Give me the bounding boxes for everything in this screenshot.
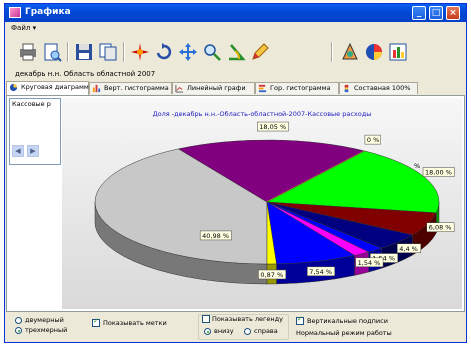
tab-vertical-histogram[interactable]: Верт. гистограмма: [89, 82, 172, 94]
series-list[interactable]: Кассовые р ◀ ▶: [9, 98, 61, 165]
tab-stacked-100[interactable]: Составная 100%: [339, 82, 418, 94]
hbar-icon: [258, 84, 267, 93]
show-legend-label: Показывать легенду: [212, 315, 284, 323]
scroll-left-arrow-icon[interactable]: ◀: [12, 145, 24, 157]
show-marks-checkbox[interactable]: [92, 317, 100, 327]
maximize-button[interactable]: □: [429, 6, 443, 20]
color-palette-icon[interactable]: [339, 41, 361, 63]
data-label: 18,00 %: [425, 169, 452, 177]
data-label: 0 %: [367, 136, 379, 144]
chart-type-pie-icon[interactable]: [363, 41, 385, 63]
data-label: 0,87 %: [260, 271, 283, 279]
data-label: 18,05 %: [259, 123, 286, 131]
legend-bottom-label: внизу: [214, 327, 234, 335]
angle-icon[interactable]: [225, 41, 247, 63]
data-label: 6,08 %: [429, 224, 452, 232]
data-label: 1,54 %: [358, 259, 381, 267]
line-icon: [175, 84, 184, 93]
scroll-right-arrow-icon[interactable]: ▶: [27, 145, 39, 157]
pie-icon: [9, 83, 18, 92]
print-preview-icon[interactable]: [41, 41, 63, 63]
legend-right-radio[interactable]: [244, 328, 251, 335]
radio-2d-label: двумерный: [25, 316, 64, 324]
chart-window: Графика _ □ × Файл ▾ декабрь н.н. Област…: [4, 3, 467, 343]
data-label: 40,98 %: [202, 232, 229, 240]
radio-3d[interactable]: [15, 327, 22, 334]
rotate-icon[interactable]: [153, 41, 175, 63]
radio-3d-label: трехмерный: [25, 326, 68, 334]
report-subtitle: декабрь н.н. Область областной 2007: [15, 70, 156, 78]
chart-settings-icon[interactable]: [387, 41, 409, 63]
pie-chart: Доля -декабрь н.н.-Область-областной-200…: [62, 98, 462, 309]
show-marks-label: Показывать метки: [103, 319, 167, 327]
app-icon: [9, 7, 21, 18]
tab-pie-chart[interactable]: Круговая диаграмма: [6, 81, 93, 95]
zoom-icon[interactable]: [201, 41, 223, 63]
print-icon[interactable]: [17, 41, 39, 63]
tab-label: Круговая диаграмма: [21, 83, 93, 91]
data-label-extra: %: [414, 162, 420, 170]
vbar-icon: [92, 84, 101, 93]
copy-icon[interactable]: [97, 41, 119, 63]
save-icon[interactable]: [73, 41, 95, 63]
explode-icon[interactable]: [129, 41, 151, 63]
mode-status: Нормальный режим работы: [296, 329, 392, 337]
title-bar[interactable]: Графика _ □ ×: [5, 4, 466, 22]
chart-tabs: Круговая диаграмма Верт. гистограмма Лин…: [5, 81, 466, 95]
toolbar-separator: [331, 42, 333, 62]
toolbar: [5, 38, 466, 68]
window-title: Графика: [25, 7, 71, 17]
chart-options-bar: двумерный трехмерный Показывать метки По…: [5, 314, 466, 342]
toolbar-separator: [67, 42, 69, 62]
legend-bottom-radio[interactable]: [204, 328, 211, 335]
menu-bar: Файл ▾: [5, 22, 466, 36]
series-list-value: Кассовые р: [12, 100, 51, 108]
tab-label: Составная 100%: [354, 84, 411, 92]
tab-horizontal-histogram[interactable]: Гор. гистограмма: [255, 82, 339, 94]
minimize-button[interactable]: _: [412, 6, 426, 20]
stacked-icon: [344, 84, 349, 93]
pencil-icon[interactable]: [249, 41, 271, 63]
menu-file[interactable]: Файл ▾: [11, 24, 36, 32]
legend-right-label: справа: [254, 327, 278, 335]
vertical-labels-checkbox[interactable]: [296, 315, 304, 325]
pie-chart-svg: 40,98 % 18,05 % 0 % 18,00 % 6,08 % 4,4 % 1,54 …: [94, 121, 455, 285]
close-button[interactable]: ×: [446, 6, 460, 20]
move-icon[interactable]: [177, 41, 199, 63]
tab-label: Верт. гистограмма: [104, 84, 169, 92]
data-label: 4,4 %: [399, 245, 418, 253]
tab-label: Линейный графи: [187, 84, 246, 92]
tab-label: Гор. гистограмма: [270, 84, 331, 92]
data-label: 7,54 %: [309, 268, 332, 276]
vertical-labels-label: Вертикальные подписи: [307, 317, 388, 325]
tab-line-chart[interactable]: Линейный графи: [172, 82, 255, 94]
show-legend-checkbox[interactable]: [202, 315, 210, 323]
chart-panel: Кассовые р ◀ ▶ Доля -декабрь н.н.-Област…: [6, 95, 465, 312]
radio-2d[interactable]: [15, 317, 22, 324]
toolbar-separator: [123, 42, 125, 62]
